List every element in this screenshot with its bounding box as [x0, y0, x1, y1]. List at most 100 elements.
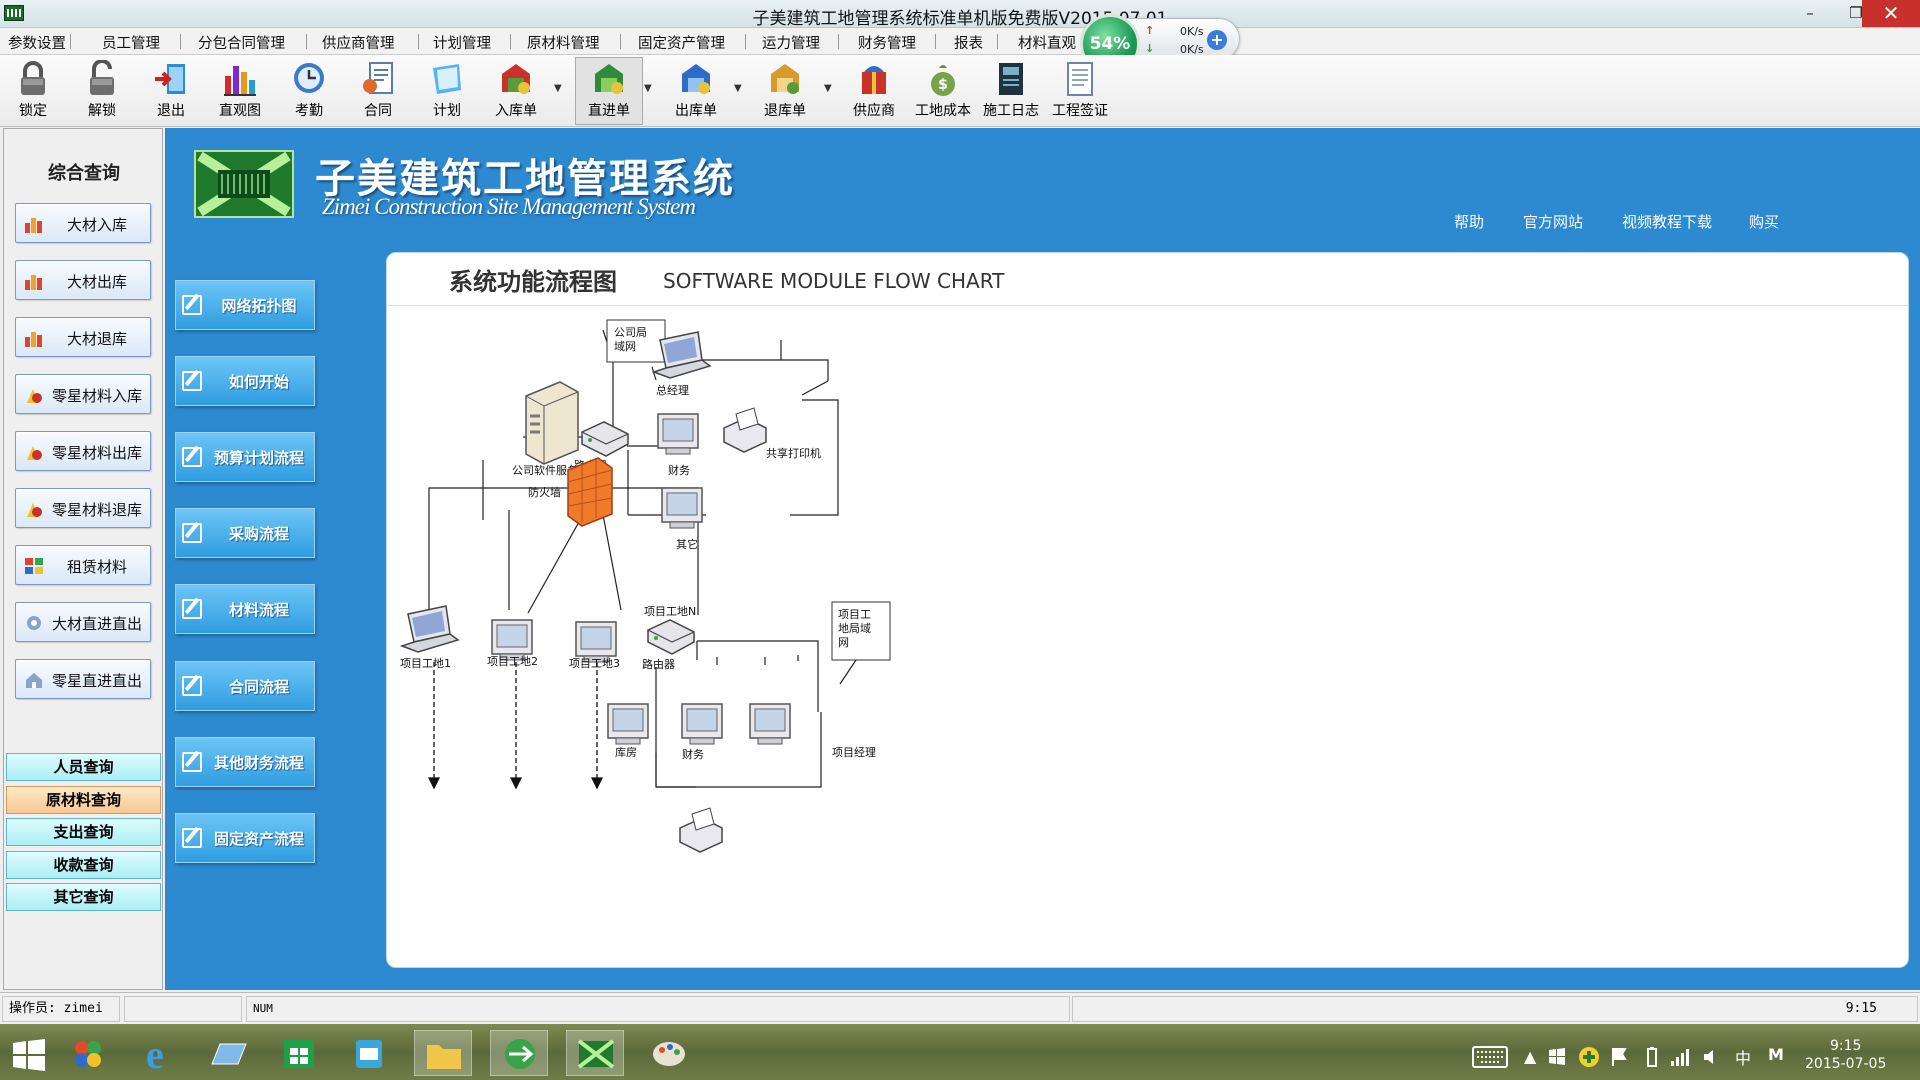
attendance-button[interactable]: 考勤	[276, 58, 342, 124]
volume-icon[interactable]	[1702, 1048, 1722, 1066]
upload-speed: 0K/s	[1180, 25, 1204, 38]
outbound-order-button[interactable]: 出库单	[663, 58, 729, 124]
ime-mode-indicator[interactable]: M	[1768, 1045, 1784, 1064]
menu-item-supplier[interactable]: 供应商管理	[322, 32, 395, 53]
sidebar-item-bulk-outbound[interactable]: 大材出库	[15, 260, 151, 300]
signal-icon[interactable]	[1670, 1048, 1690, 1066]
menu-item-material-view[interactable]: 材料直观	[1018, 32, 1076, 53]
finance-label: 财务	[682, 747, 704, 761]
mail-icon[interactable]	[340, 1030, 398, 1076]
query-materials-button[interactable]: 原材料查询	[6, 786, 161, 814]
help-link[interactable]: 帮助	[1454, 211, 1484, 232]
plan-button[interactable]: 计划	[414, 58, 480, 124]
video-tutorial-link[interactable]: 视频教程下载	[1622, 211, 1712, 232]
site-cost-button[interactable]: $ 工地成本	[910, 58, 976, 124]
material-flow-button[interactable]: 材料流程	[175, 584, 315, 634]
folder-stack-icon[interactable]	[200, 1030, 258, 1076]
chevron-down-icon[interactable]: ▼	[554, 83, 562, 94]
show-hidden-icons-icon[interactable]: ▲	[1524, 1047, 1536, 1066]
query-income-button[interactable]: 收款查询	[6, 851, 161, 879]
windows-flag-icon[interactable]	[1548, 1048, 1566, 1066]
clock-time: 9:15	[1829, 1038, 1862, 1054]
sidebar-item-label: 零星材料退库	[51, 501, 142, 519]
sidebar-item-rental[interactable]: 租赁材料	[15, 545, 151, 585]
windows-media-icon[interactable]	[60, 1030, 118, 1076]
menu-item-finance[interactable]: 财务管理	[858, 32, 916, 53]
menu-item-reports[interactable]: 报表	[954, 32, 983, 53]
sidebar-item-misc-return[interactable]: 零星材料退库	[15, 488, 151, 528]
direct-in-order-button[interactable]: 直进单	[576, 58, 642, 124]
menu-item-staff[interactable]: 员工管理	[102, 32, 160, 53]
unlock-icon	[90, 60, 114, 95]
sidebar-item-bulk-inbound[interactable]: 大材入库	[15, 203, 151, 243]
menu-item-materials[interactable]: 原材料管理	[527, 32, 600, 53]
taskbar-clock[interactable]: 9:15 2015-07-05	[1805, 1037, 1886, 1073]
windows-start-icon[interactable]	[12, 1038, 46, 1072]
app-taskbar-icon[interactable]	[566, 1030, 624, 1076]
supplier-button[interactable]: 供应商	[841, 58, 907, 124]
construction-log-button[interactable]: 施工日志	[978, 58, 1044, 124]
store-icon[interactable]	[270, 1030, 328, 1076]
close-button[interactable]: ✕	[1862, 0, 1920, 27]
exit-button[interactable]: 退出	[138, 58, 204, 124]
sidebar-item-misc-inbound[interactable]: 零星材料入库	[15, 374, 151, 414]
sidebar-item-misc-outbound[interactable]: 零星材料出库	[15, 431, 151, 471]
query-expense-button[interactable]: 支出查询	[6, 818, 161, 846]
pie-chart-icon	[27, 446, 42, 460]
lock-button[interactable]: 锁定	[0, 58, 66, 124]
contract-flow-button[interactable]: 合同流程	[175, 661, 315, 711]
function-label: 如何开始	[228, 373, 289, 391]
menu-item-transport[interactable]: 运力管理	[762, 32, 820, 53]
printer-label: 共享打印机	[766, 446, 821, 460]
site2-label: 项目工地2	[487, 655, 538, 668]
chevron-down-icon[interactable]: ▼	[824, 83, 832, 94]
inbound-order-button[interactable]: 入库单	[483, 58, 549, 124]
return-order-button[interactable]: 退库单	[752, 58, 818, 124]
action-center-flag-icon[interactable]	[1610, 1046, 1628, 1068]
purchase-flow-button[interactable]: 采购流程	[175, 508, 315, 558]
menu-item-subcontract[interactable]: 分包合同管理	[198, 32, 285, 53]
minimize-button[interactable]: –	[1788, 0, 1832, 27]
official-site-link[interactable]: 官方网站	[1523, 211, 1583, 232]
pie-chart-icon	[27, 389, 42, 403]
fixed-asset-flow-button[interactable]: 固定资产流程	[175, 813, 315, 863]
unlock-button[interactable]: 解锁	[69, 58, 135, 124]
getting-started-button[interactable]: 如何开始	[175, 356, 315, 406]
menu-separator	[510, 34, 511, 49]
other-finance-flow-button[interactable]: 其他财务流程	[175, 737, 315, 787]
gm-label: 总经理	[656, 383, 689, 397]
paint-icon[interactable]	[640, 1030, 698, 1076]
function-label: 材料流程	[228, 601, 289, 619]
keyboard-icon[interactable]	[1472, 1046, 1508, 1068]
menu-item-fixed-assets[interactable]: 固定资产管理	[638, 32, 725, 53]
file-explorer-icon[interactable]	[414, 1030, 472, 1076]
internet-explorer-icon[interactable]: e	[130, 1030, 188, 1077]
chevron-down-icon[interactable]: ▼	[734, 83, 742, 94]
budget-plan-flow-button[interactable]: 预算计划流程	[175, 432, 315, 482]
menu-separator	[745, 34, 746, 49]
security-plus-icon[interactable]	[1578, 1046, 1600, 1068]
exit-icon	[155, 64, 185, 94]
query-other-button[interactable]: 其它查询	[6, 883, 161, 911]
menu-separator	[620, 34, 621, 49]
network-topology-button[interactable]: 网络拓扑图	[175, 280, 315, 330]
sidebar-item-label: 零星直进直出	[51, 672, 142, 690]
menu-item-plan[interactable]: 计划管理	[433, 32, 491, 53]
query-staff-button[interactable]: 人员查询	[6, 753, 161, 781]
chart-view-button[interactable]: 直观图	[207, 58, 273, 124]
buy-link[interactable]: 购买	[1749, 211, 1779, 232]
toolbar-label: 施工日志	[983, 103, 1039, 119]
sidebar-item-bulk-return[interactable]: 大材退库	[15, 317, 151, 357]
plus-icon[interactable]: +	[1207, 30, 1227, 50]
battery-icon[interactable]	[1646, 1046, 1658, 1068]
contract-button[interactable]: 合同	[345, 58, 411, 124]
siteN-label: 项目工地N	[644, 605, 696, 618]
browser-icon[interactable]	[490, 1030, 548, 1076]
project-visa-button[interactable]: 工程签证	[1047, 58, 1113, 124]
svg-text:e: e	[146, 1032, 164, 1076]
menu-item-params[interactable]: 参数设置	[8, 32, 66, 53]
sidebar-item-bulk-direct[interactable]: 大材直进直出	[15, 602, 151, 642]
chevron-down-icon[interactable]: ▼	[644, 83, 652, 94]
sidebar-item-misc-direct[interactable]: 零星直进直出	[15, 659, 151, 699]
ime-indicator[interactable]: 中	[1735, 1045, 1751, 1069]
